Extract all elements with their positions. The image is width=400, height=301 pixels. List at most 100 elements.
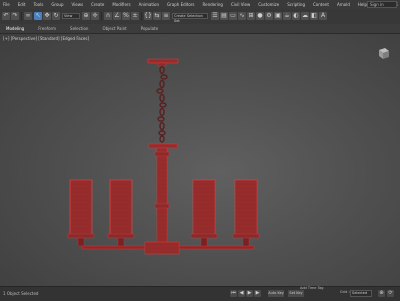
play-icon: ▶ — [247, 290, 252, 296]
curve-editor-button[interactable]: ∿ — [238, 12, 246, 20]
menu-edit[interactable]: Edit — [18, 2, 26, 7]
angle-snap-button[interactable]: ∠ — [113, 12, 121, 20]
activeshade-button[interactable]: ◧ — [310, 12, 318, 20]
step-back-icon: ◀ — [239, 290, 244, 296]
ribbon-icon: ▭ — [230, 12, 236, 19]
percent-icon: % — [123, 12, 129, 19]
render-button[interactable]: ☕ — [283, 12, 291, 20]
material-editor-button[interactable]: ● — [256, 12, 264, 20]
main-toolbar: ↶ ↷ ∞ ↖ ✥ ↻ View ⊕ ✢ ∩ ∠ % ± {} ⇆ ≡ Crea… — [0, 9, 400, 25]
zoom-button[interactable]: ⊕ — [378, 290, 385, 297]
material-icon: ● — [257, 12, 263, 19]
tab-populate[interactable]: Populate — [141, 26, 158, 31]
menu-arnold[interactable]: Arnold — [337, 2, 350, 7]
menu-graph-editors[interactable]: Graph Editors — [167, 2, 194, 7]
render-setup-button[interactable]: ⚙ — [265, 12, 273, 20]
perspective-viewport[interactable]: [+] [Perspective] [Standard] [Edged Face… — [0, 34, 400, 286]
arnold-button[interactable]: A — [319, 12, 327, 20]
play-button[interactable]: ▶ — [246, 290, 253, 297]
status-bar: 1 Object Selected Add Time Tag Grid = 10… — [0, 286, 400, 301]
shade-icon: ◧ — [311, 12, 317, 19]
next-frame-button[interactable]: ▶ — [254, 290, 261, 297]
edit-named-selection-button[interactable]: {} — [144, 12, 152, 20]
teapot-icon: ☕ — [284, 12, 290, 19]
menu-customize[interactable]: Customize — [258, 2, 279, 7]
link-button[interactable]: ∞ — [24, 12, 32, 20]
goto-start-button[interactable]: ⏮ — [230, 290, 237, 297]
tab-modeling[interactable]: Modeling — [6, 26, 24, 31]
tab-object-paint[interactable]: Object Paint — [102, 26, 126, 31]
toolbar-divider — [21, 12, 22, 21]
menu-scripting[interactable]: Scripting — [287, 2, 305, 7]
cloud-icon: ☁ — [302, 12, 308, 19]
viewcube[interactable] — [376, 46, 390, 60]
spinner-snap-button[interactable]: ± — [131, 12, 139, 20]
menu-modifiers[interactable]: Modifiers — [112, 2, 130, 7]
tab-selection[interactable]: Selection — [70, 26, 88, 31]
ceiling-canopy — [147, 58, 179, 64]
menu-content[interactable]: Content — [313, 2, 329, 7]
render-cloud-button[interactable]: ☁ — [301, 12, 309, 20]
menu-create[interactable]: Create — [91, 2, 104, 7]
toolbar-divider — [101, 12, 102, 21]
undo-button[interactable]: ↶ — [2, 12, 10, 20]
skip-back-icon: ⏮ — [231, 290, 236, 296]
named-selection-icon: {} — [144, 12, 152, 19]
align-icon: ≡ — [163, 12, 169, 19]
scene-explorer-button[interactable]: ▤ — [220, 12, 228, 20]
select-manipulate-button[interactable]: ✢ — [91, 12, 99, 20]
menu-animation[interactable]: Animation — [139, 2, 159, 7]
auto-key-button[interactable]: Auto Key — [268, 290, 284, 297]
ribbon-toggle-button[interactable]: ▭ — [229, 12, 237, 20]
select-move-button[interactable]: ✥ — [43, 12, 51, 20]
angle-icon: ∠ — [114, 12, 120, 19]
shade-2 — [107, 179, 135, 247]
step-forward-icon: ▶ — [255, 290, 260, 296]
align-button[interactable]: ≡ — [162, 12, 170, 20]
pivot-button[interactable]: ⊕ — [82, 12, 90, 20]
ribbon-bar: Modeling Freeform Selection Object Paint… — [0, 24, 400, 34]
layers-icon: ☰ — [212, 12, 218, 19]
key-filter-dropdown[interactable]: Selected — [350, 290, 372, 297]
sign-in-button[interactable]: Sign in — [367, 1, 397, 8]
menu-group[interactable]: Group — [51, 2, 63, 7]
selection-status: 1 Object Selected — [3, 291, 39, 296]
orbit-button[interactable]: ⟳ — [387, 290, 394, 297]
menu-civil-view[interactable]: Civil View — [231, 2, 250, 7]
select-object-button[interactable]: ↖ — [34, 12, 42, 20]
mirror-button[interactable]: ⇆ — [153, 12, 161, 20]
menu-tools[interactable]: Tools — [33, 2, 43, 7]
named-selection-sets-dropdown[interactable]: Create Selection Set — [172, 13, 208, 23]
select-rotate-button[interactable]: ↻ — [52, 12, 60, 20]
schematic-view-button[interactable]: ⊞ — [247, 12, 255, 20]
magnet-icon: ∩ — [105, 12, 111, 19]
tab-freeform[interactable]: Freeform — [38, 26, 56, 31]
undo-icon: ↶ — [3, 12, 9, 19]
render-icon: ◐ — [293, 12, 299, 19]
shade-3 — [190, 179, 218, 247]
menu-views[interactable]: Views — [72, 2, 84, 7]
chain — [156, 65, 168, 143]
orbit-icon: ⟳ — [388, 290, 393, 296]
rendered-frame-window-button[interactable]: ▣ — [274, 12, 282, 20]
shade-4 — [232, 179, 260, 247]
chandelier-model[interactable] — [0, 34, 400, 286]
frame-window-icon: ▣ — [275, 12, 281, 19]
menu-rendering[interactable]: Rendering — [203, 2, 223, 7]
render-iterative-button[interactable]: ◐ — [292, 12, 300, 20]
menu-file[interactable]: File — [3, 2, 10, 7]
redo-button[interactable]: ↷ — [11, 12, 19, 20]
manipulate-icon: ✢ — [92, 12, 98, 19]
explorer-icon: ▤ — [221, 12, 227, 19]
set-key-button[interactable]: Set Key — [288, 290, 304, 297]
toolbar-divider — [141, 12, 142, 21]
percent-snap-button[interactable]: % — [122, 12, 130, 20]
menu-help[interactable]: Help — [358, 2, 367, 7]
prev-frame-button[interactable]: ◀ — [238, 290, 245, 297]
redo-icon: ↷ — [12, 12, 18, 19]
menu-bar: File Edit Tools Group Views Create Modif… — [0, 0, 400, 9]
layer-explorer-button[interactable]: ☰ — [211, 12, 219, 20]
reference-coordinate-dropdown[interactable]: View — [62, 13, 80, 19]
snap-toggle-button[interactable]: ∩ — [104, 12, 112, 20]
hub — [144, 241, 180, 255]
